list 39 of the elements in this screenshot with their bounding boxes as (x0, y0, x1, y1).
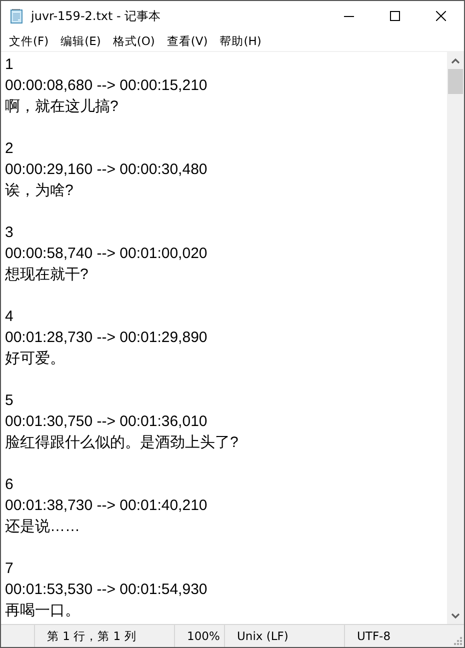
subtitle-timecode: 00:01:28,730 --> 00:01:29,890 (5, 328, 208, 348)
subtitle-timecode: 00:00:08,680 --> 00:00:15,210 (5, 76, 208, 96)
maximize-icon[interactable] (390, 11, 400, 21)
scroll-down-icon[interactable] (451, 612, 460, 618)
subtitle-text: 诶，为啥? (5, 181, 74, 201)
menu-item[interactable]: 查看(V) (160, 34, 214, 48)
subtitle-timecode: 00:01:53,530 --> 00:01:54,930 (5, 580, 208, 600)
subtitle-text: 想现在就干? (5, 265, 90, 285)
menu-item[interactable]: 文件(F) (3, 34, 55, 48)
subtitle-index: 3 (5, 223, 14, 243)
encoding: UTF-8 (344, 625, 444, 647)
resize-grip-icon[interactable] (452, 635, 462, 645)
subtitle-timecode: 00:01:30,750 --> 00:01:36,010 (5, 412, 208, 432)
subtitle-timecode: 00:00:29,160 --> 00:00:30,480 (5, 160, 208, 180)
subtitle-timecode: 00:00:58,740 --> 00:01:00,020 (5, 244, 208, 264)
scroll-thumb[interactable] (448, 69, 463, 94)
line-ending: Unix (LF) (224, 625, 344, 647)
cursor-position: 第 1 行，第 1 列 (34, 625, 174, 647)
subtitle-index: 6 (5, 475, 14, 495)
window-title: juvr-159-2.txt - 记事本 (31, 8, 162, 24)
vertical-scrollbar[interactable] (447, 52, 464, 624)
zoom-level: 100% (174, 625, 224, 647)
subtitle-text: 脸红得跟什么似的。是酒劲上头了? (5, 433, 240, 453)
subtitle-text: 好可爱。 (5, 349, 66, 369)
subtitle-text: 啊，就在这儿搞? (5, 97, 120, 117)
menu-item[interactable]: 帮助(H) (214, 34, 268, 48)
subtitle-index: 2 (5, 139, 14, 159)
subtitle-index: 5 (5, 391, 14, 411)
subtitle-text: 再喝一口。 (5, 601, 81, 621)
subtitle-index: 4 (5, 307, 14, 327)
close-icon[interactable] (436, 11, 446, 21)
scroll-up-icon[interactable] (451, 58, 460, 64)
menu-item[interactable]: 编辑(E) (54, 34, 107, 48)
menu-item[interactable]: 格式(O) (106, 34, 161, 48)
subtitle-text: 还是说…… (5, 517, 81, 537)
notepad-icon (9, 8, 25, 24)
subtitle-index: 7 (5, 559, 14, 579)
subtitle-index: 1 (5, 55, 14, 75)
subtitle-timecode: 00:01:38,730 --> 00:01:40,210 (5, 496, 208, 516)
